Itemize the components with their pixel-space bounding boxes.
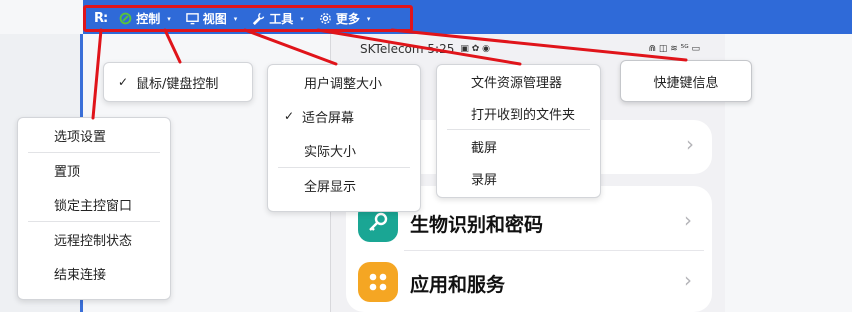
control-menu-button[interactable]: 控制 ▾: [119, 10, 171, 27]
remote-toolbar: R: 控制 ▾ 视图 ▾ 工具 ▾ 更多 ▾: [83, 5, 413, 32]
monitor-icon: [185, 13, 199, 25]
more-menu-label: 更多: [335, 12, 360, 26]
wrench-icon: [253, 12, 265, 25]
control-icon: [119, 12, 132, 25]
app-logo: R:: [94, 11, 108, 26]
tools-menu-button[interactable]: 工具 ▾: [252, 10, 304, 27]
view-menu-button[interactable]: 视图 ▾: [185, 10, 238, 27]
annotation-lines: [91, 28, 688, 120]
more-menu-button[interactable]: 更多 ▾: [319, 10, 371, 27]
chevron-down-icon: ▾: [300, 14, 304, 23]
control-menu-label: 控制: [136, 12, 161, 26]
chevron-down-icon: ▾: [233, 14, 238, 23]
chevron-down-icon: ▾: [167, 14, 171, 23]
chevron-down-icon: ▾: [366, 14, 371, 23]
view-menu-label: 视图: [202, 12, 227, 26]
gear-icon: [319, 13, 331, 24]
tools-menu-label: 工具: [269, 12, 294, 26]
